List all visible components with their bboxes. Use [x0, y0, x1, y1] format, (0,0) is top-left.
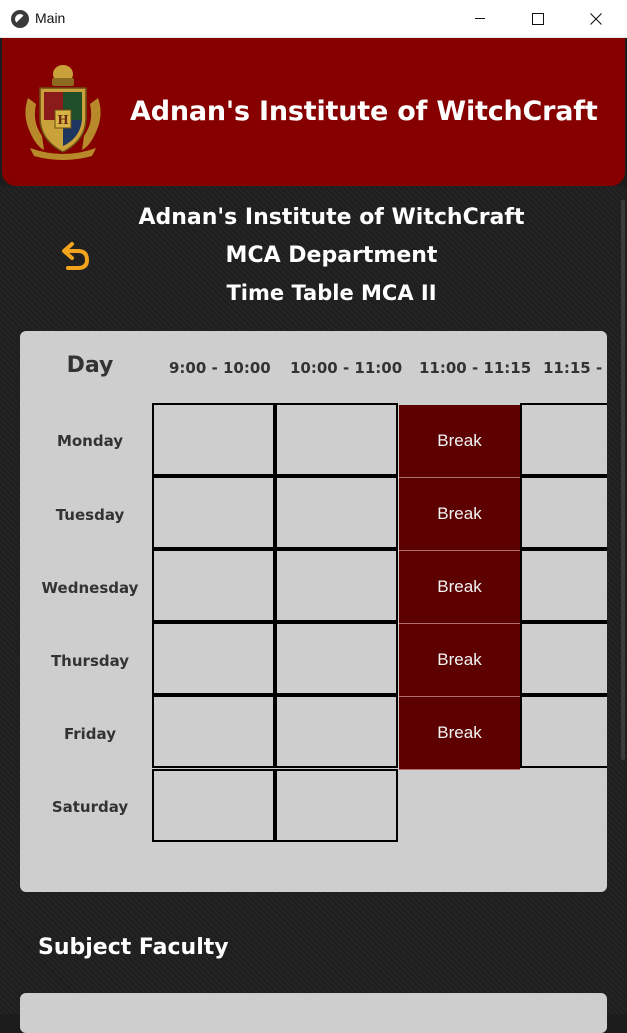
timetable-cell[interactable] [152, 695, 275, 768]
timetable-cell[interactable] [152, 549, 275, 622]
institute-heading: Adnan's Institute of WitchCraft [138, 205, 525, 230]
crest-logo: H [25, 65, 101, 160]
subject-faculty-heading: Subject Faculty [38, 935, 229, 960]
maximize-icon [532, 12, 544, 25]
close-icon [590, 12, 602, 25]
break-cell: Break [399, 478, 520, 551]
minimize-icon [475, 18, 485, 19]
day-label-wednesday: Wednesday [41, 579, 139, 597]
timetable-cell[interactable] [275, 403, 398, 476]
timetable-cell[interactable] [520, 476, 607, 549]
minimize-button[interactable] [451, 0, 509, 37]
break-cell: Break [399, 551, 520, 624]
department-heading: MCA Department [225, 243, 438, 268]
app-icon [11, 10, 29, 28]
timetable-card: Day 9:00 - 10:00 10:00 - 11:00 11:00 - 1… [20, 331, 607, 892]
timetable-cell[interactable] [275, 769, 398, 842]
time-slot-header: 10:00 - 11:00 [290, 359, 403, 377]
timetable-cell[interactable] [275, 549, 398, 622]
timetable-cell[interactable] [520, 549, 607, 622]
break-cell: Break [399, 697, 520, 770]
timetable-cell[interactable] [152, 403, 275, 476]
timetable-cell[interactable] [520, 695, 607, 768]
maximize-button[interactable] [509, 0, 567, 37]
app-header: H Adnan's Institute of WitchCraft [2, 38, 625, 186]
timetable-cell[interactable] [152, 769, 275, 842]
window-titlebar: Main [0, 0, 627, 38]
day-label-saturday: Saturday [51, 798, 129, 816]
timetable-cell[interactable] [275, 695, 398, 768]
timetable-cell[interactable] [275, 622, 398, 695]
day-label-thursday: Thursday [50, 652, 130, 670]
time-slot-header: 9:00 - 10:00 [169, 359, 271, 377]
day-label-tuesday: Tuesday [55, 506, 125, 524]
timetable-cell[interactable] [152, 622, 275, 695]
scrollbar[interactable] [621, 200, 625, 760]
svg-text:H: H [57, 113, 68, 127]
break-cell: Break [399, 624, 520, 697]
close-button[interactable] [567, 0, 625, 37]
time-slot-header: 11:15 - 12:15 [543, 359, 607, 377]
timetable-cell[interactable] [520, 403, 607, 476]
timetable-cell[interactable] [275, 476, 398, 549]
timetable-cell[interactable] [152, 476, 275, 549]
subject-faculty-card [20, 993, 607, 1033]
day-column-header: Day [66, 353, 114, 378]
day-label-monday: Monday [56, 432, 124, 450]
timetable-cell[interactable] [520, 622, 607, 695]
break-cell: Break [399, 405, 520, 478]
time-slot-header: 11:00 - 11:15 [419, 359, 532, 377]
timetable-heading: Time Table MCA II [226, 281, 437, 305]
window-title: Main [35, 10, 66, 26]
header-title: Adnan's Institute of WitchCraft [130, 96, 598, 127]
day-label-friday: Friday [63, 725, 116, 743]
